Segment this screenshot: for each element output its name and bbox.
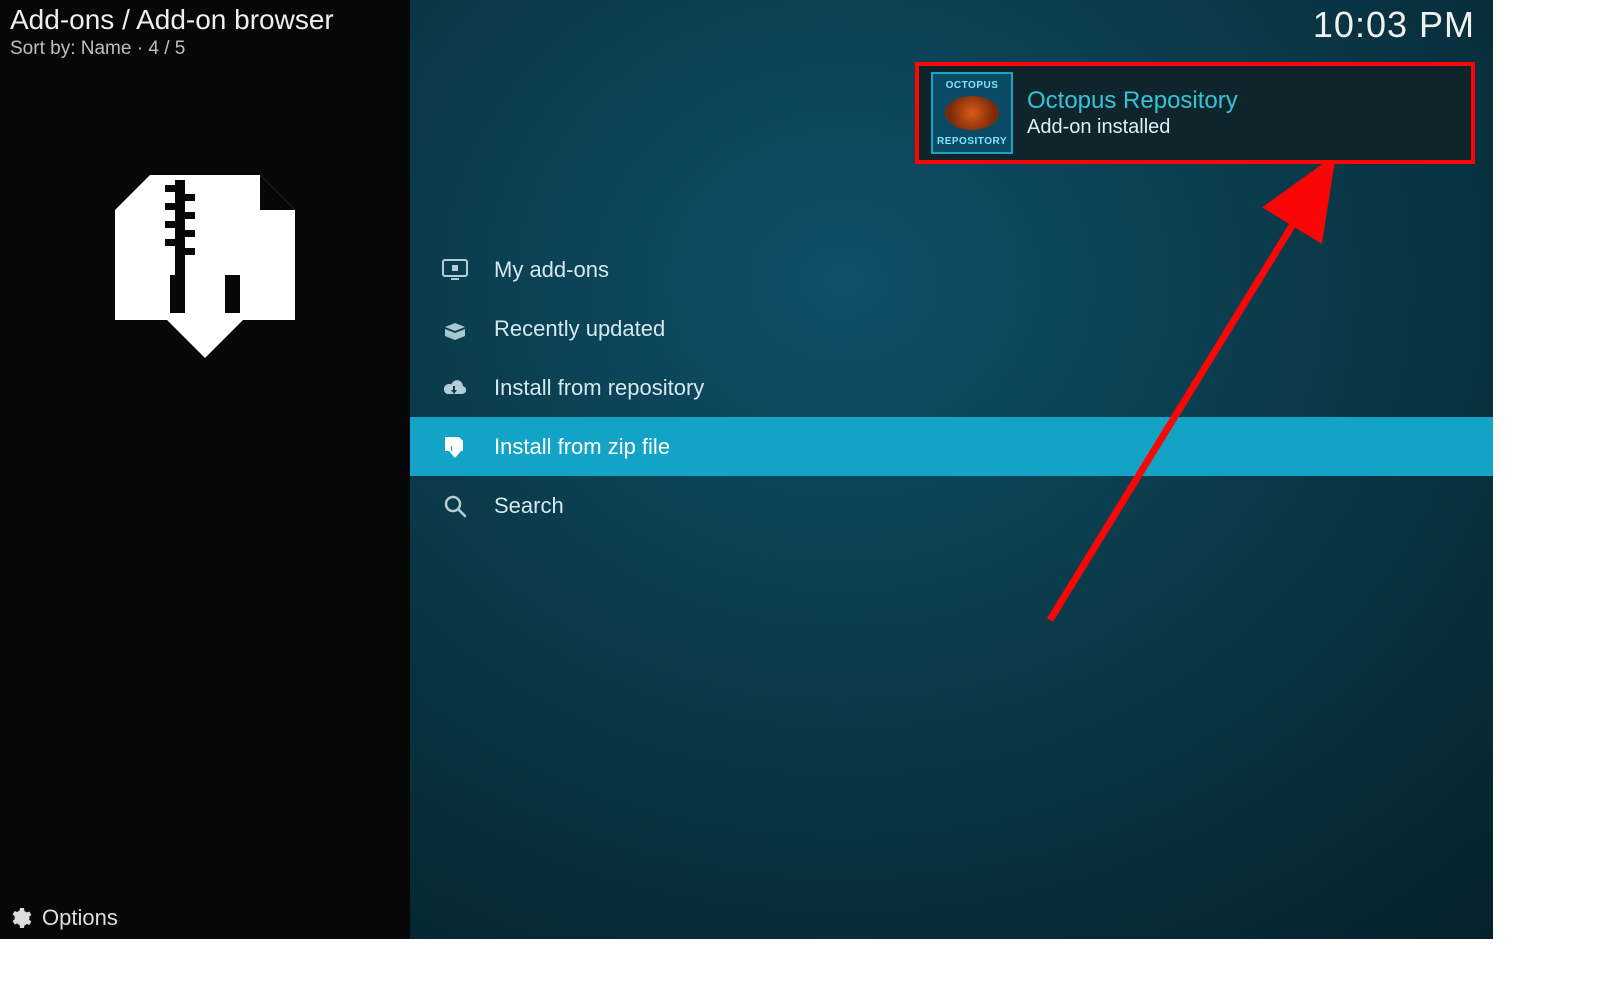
menu-label: Install from zip file — [494, 434, 670, 460]
notification-subtitle: Add-on installed — [1027, 116, 1238, 139]
notification-toast[interactable]: OCTOPUS REPOSITORY Octopus Repository Ad… — [915, 62, 1475, 164]
list-position: 4 / 5 — [148, 38, 185, 59]
search-icon — [440, 491, 470, 521]
menu-label: Search — [494, 493, 564, 519]
thumb-bottom-text: REPOSITORY — [933, 132, 1011, 150]
sidebar: Add-ons / Add-on browser Sort by: Name ·… — [0, 0, 410, 939]
options-label: Options — [42, 905, 118, 931]
app-window: Add-ons / Add-on browser Sort by: Name ·… — [0, 0, 1493, 939]
zip-download-icon — [105, 170, 305, 360]
category-icon-wrap — [0, 170, 410, 360]
menu-label: Install from repository — [494, 375, 704, 401]
thumb-top-text: OCTOPUS — [933, 76, 1011, 94]
box-open-icon — [440, 314, 470, 344]
sort-sep: · — [137, 38, 149, 59]
notification-title: Octopus Repository — [1027, 87, 1238, 115]
clock: 10:03 PM — [1313, 4, 1475, 46]
zip-file-icon — [440, 432, 470, 462]
notification-thumbnail: OCTOPUS REPOSITORY — [931, 72, 1013, 154]
breadcrumb: Add-ons / Add-on browser — [0, 0, 410, 36]
addons-icon — [440, 255, 470, 285]
notification-text: Octopus Repository Add-on installed — [1027, 87, 1238, 140]
cloud-down-icon — [440, 373, 470, 403]
menu-label: My add-ons — [494, 257, 609, 283]
octopus-icon — [945, 96, 999, 130]
addon-menu: My add-ons Recently updated Install from… — [410, 240, 1493, 535]
menu-item-search[interactable]: Search — [410, 476, 1493, 535]
menu-label: Recently updated — [494, 316, 665, 342]
gear-icon — [8, 906, 32, 930]
menu-item-my-addons[interactable]: My add-ons — [410, 240, 1493, 299]
menu-item-install-from-repository[interactable]: Install from repository — [410, 358, 1493, 417]
sort-label: Sort by: — [10, 38, 75, 59]
main-panel: 10:03 PM OCTOPUS REPOSITORY Octopus Repo… — [410, 0, 1493, 939]
sort-value: Name — [81, 38, 132, 59]
menu-item-install-from-zip[interactable]: Install from zip file — [410, 417, 1493, 476]
options-button[interactable]: Options — [8, 905, 118, 931]
sort-line: Sort by: Name · 4 / 5 — [0, 36, 410, 60]
menu-item-recently-updated[interactable]: Recently updated — [410, 299, 1493, 358]
